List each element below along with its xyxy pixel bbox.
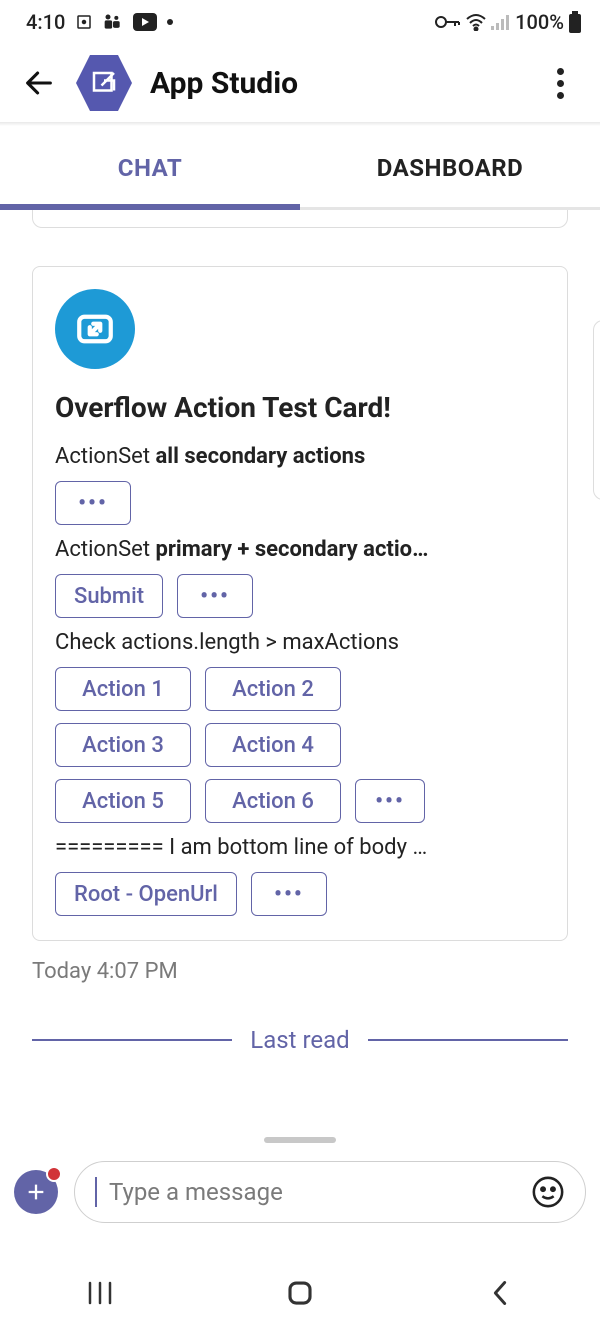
action-4-button[interactable]: Action 4	[205, 723, 341, 767]
nav-back-button[interactable]	[470, 1273, 530, 1313]
card-hero-icon	[55, 289, 135, 369]
overflow-menu-button[interactable]	[540, 68, 580, 99]
nav-home-button[interactable]	[270, 1273, 330, 1313]
vpn-key-icon	[435, 15, 461, 29]
home-icon	[285, 1278, 315, 1308]
message-timestamp: Today 4:07 PM	[32, 959, 592, 984]
wifi-icon	[465, 13, 487, 31]
card-title: Overflow Action Test Card!	[55, 391, 545, 424]
crop-icon	[75, 13, 93, 31]
drag-handle[interactable]	[264, 1137, 336, 1143]
back-button[interactable]	[20, 64, 58, 102]
tab-chat[interactable]: CHAT	[0, 128, 300, 207]
plus-icon	[25, 1181, 47, 1203]
message-placeholder: Type a message	[109, 1178, 519, 1206]
submit-button[interactable]: Submit	[55, 574, 163, 618]
action-6-button[interactable]: Action 6	[205, 779, 341, 823]
nav-recents-button[interactable]	[70, 1273, 130, 1313]
overflow-actions-button-1[interactable]: •••	[55, 481, 131, 525]
notification-badge	[46, 1166, 62, 1182]
actionset-2-label: ActionSet primary + secondary actio…	[55, 537, 545, 562]
root-openurl-button[interactable]: Root - OpenUrl	[55, 872, 237, 916]
status-bar: 4:10 100%	[0, 0, 600, 44]
app-bar: App Studio	[0, 44, 600, 122]
emoji-button[interactable]	[531, 1175, 565, 1209]
status-time: 4:10	[26, 10, 65, 34]
tab-dashboard[interactable]: DASHBOARD	[300, 128, 600, 207]
tab-indicator	[0, 204, 300, 210]
next-card-peek	[593, 320, 600, 500]
last-read-marker: Last read	[32, 1026, 568, 1054]
actionset-1-label: ActionSet all secondary actions	[55, 444, 545, 469]
adaptive-card: Overflow Action Test Card! ActionSet all…	[32, 266, 568, 941]
overflow-actions-button-3[interactable]: •••	[355, 779, 425, 823]
app-logo-icon	[76, 55, 132, 111]
actionset-1-bold: all secondary actions	[156, 444, 366, 469]
dot-icon	[557, 68, 564, 75]
expand-icon	[74, 308, 116, 350]
battery-icon	[568, 11, 582, 33]
chevron-left-icon	[490, 1279, 510, 1307]
action-2-button[interactable]: Action 2	[205, 667, 341, 711]
app-title: App Studio	[150, 66, 522, 101]
text-cursor	[95, 1177, 97, 1207]
dot-icon	[557, 92, 564, 99]
overflow-actions-button-4[interactable]: •••	[251, 872, 327, 916]
composer-panel: Type a message	[0, 1133, 600, 1253]
previous-card-peek	[32, 210, 568, 228]
tab-bar: CHAT DASHBOARD	[0, 128, 600, 210]
divider-line	[368, 1039, 568, 1041]
actionset-3-label: Check actions.length > maxActions	[55, 630, 545, 655]
android-nav-bar	[0, 1253, 600, 1333]
smile-icon	[531, 1175, 565, 1209]
signal-icon	[491, 14, 511, 30]
action-5-button[interactable]: Action 5	[55, 779, 191, 823]
actionset-2-prefix: ActionSet	[55, 537, 156, 562]
divider-line	[32, 1039, 232, 1041]
action-3-button[interactable]: Action 3	[55, 723, 191, 767]
overflow-actions-button-2[interactable]: •••	[177, 574, 253, 618]
dot-icon	[557, 80, 564, 87]
compose-add-button[interactable]	[14, 1170, 58, 1214]
youtube-icon	[133, 13, 157, 31]
teams-icon	[103, 13, 123, 31]
card-bottom-text: ========= I am bottom line of body …	[55, 835, 545, 860]
actionset-1-prefix: ActionSet	[55, 444, 156, 469]
chat-scroll-area[interactable]: Overflow Action Test Card! ActionSet all…	[0, 210, 600, 1139]
recents-icon	[86, 1281, 114, 1305]
status-dot-icon	[167, 19, 173, 25]
actionset-2-bold: primary + secondary actio…	[156, 537, 429, 562]
divider	[0, 122, 600, 126]
arrow-left-icon	[22, 66, 56, 100]
last-read-label: Last read	[250, 1026, 349, 1054]
battery-percent: 100%	[515, 10, 564, 34]
action-1-button[interactable]: Action 1	[55, 667, 191, 711]
message-input[interactable]: Type a message	[74, 1161, 586, 1223]
